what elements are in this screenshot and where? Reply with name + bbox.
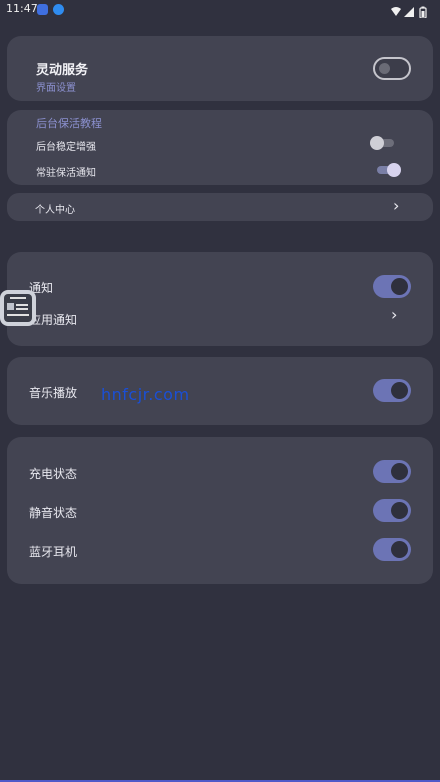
status-icons <box>390 3 432 22</box>
keepalive-tutorial-link[interactable]: 后台保活教程 <box>36 115 102 131</box>
status-time: 11:47 <box>6 2 38 15</box>
battery-icon <box>419 6 427 19</box>
app-notification-row[interactable]: 应用通知 › <box>7 304 433 334</box>
music-playback-label: 音乐播放 <box>29 386 78 400</box>
notification-card: 通知 应用通知 › <box>7 252 433 346</box>
persistent-notification-label: 常驻保活通知 <box>36 168 96 179</box>
background-stability-toggle[interactable] <box>370 136 394 150</box>
toggle-knob <box>387 163 401 177</box>
keepalive-card: 后台保活教程 后台稳定增强 常驻保活通知 <box>7 110 433 185</box>
bluetooth-headset-label: 蓝牙耳机 <box>29 545 78 559</box>
download-icon <box>53 4 64 15</box>
wifi-icon <box>391 7 401 16</box>
app-notification-icon <box>37 4 48 15</box>
toggle-knob <box>391 463 408 480</box>
persistent-notification-toggle[interactable] <box>377 163 401 177</box>
watermark-text: hnfcjr.com <box>101 385 190 404</box>
chevron-right-icon: › <box>393 196 400 215</box>
personal-center-label: 个人中心 <box>35 205 75 216</box>
toggle-knob <box>391 502 408 519</box>
notification-toggle[interactable] <box>373 275 411 298</box>
toggle-knob <box>391 382 408 399</box>
bluetooth-headset-toggle[interactable] <box>373 538 411 561</box>
toggle-knob <box>379 63 390 74</box>
music-playback-toggle[interactable] <box>373 379 411 402</box>
service-card: 灵动服务 界面设置 <box>7 36 433 101</box>
interface-settings-link[interactable]: 界面设置 <box>36 79 76 94</box>
service-title: 灵动服务 <box>36 63 89 78</box>
app-notification-label: 应用通知 <box>29 313 78 327</box>
background-stability-label: 后台稳定增强 <box>36 142 96 153</box>
floating-widget[interactable] <box>0 290 36 326</box>
toggle-knob <box>391 278 408 295</box>
personal-center-row[interactable]: 个人中心 › <box>7 193 433 221</box>
toggle-knob <box>391 541 408 558</box>
status-bar: 11:47 <box>0 0 440 19</box>
charging-status-label: 充电状态 <box>29 467 78 481</box>
toggle-knob <box>370 136 384 150</box>
chevron-right-icon: › <box>391 305 398 324</box>
signal-icon <box>404 7 414 17</box>
mute-status-toggle[interactable] <box>373 499 411 522</box>
service-toggle[interactable] <box>373 57 411 80</box>
floating-widget-icon <box>4 294 32 322</box>
music-card: 音乐播放 hnfcjr.com <box>7 357 433 425</box>
mute-status-label: 静音状态 <box>29 506 78 520</box>
charging-status-toggle[interactable] <box>373 460 411 483</box>
device-status-card: 充电状态 静音状态 蓝牙耳机 <box>7 437 433 584</box>
